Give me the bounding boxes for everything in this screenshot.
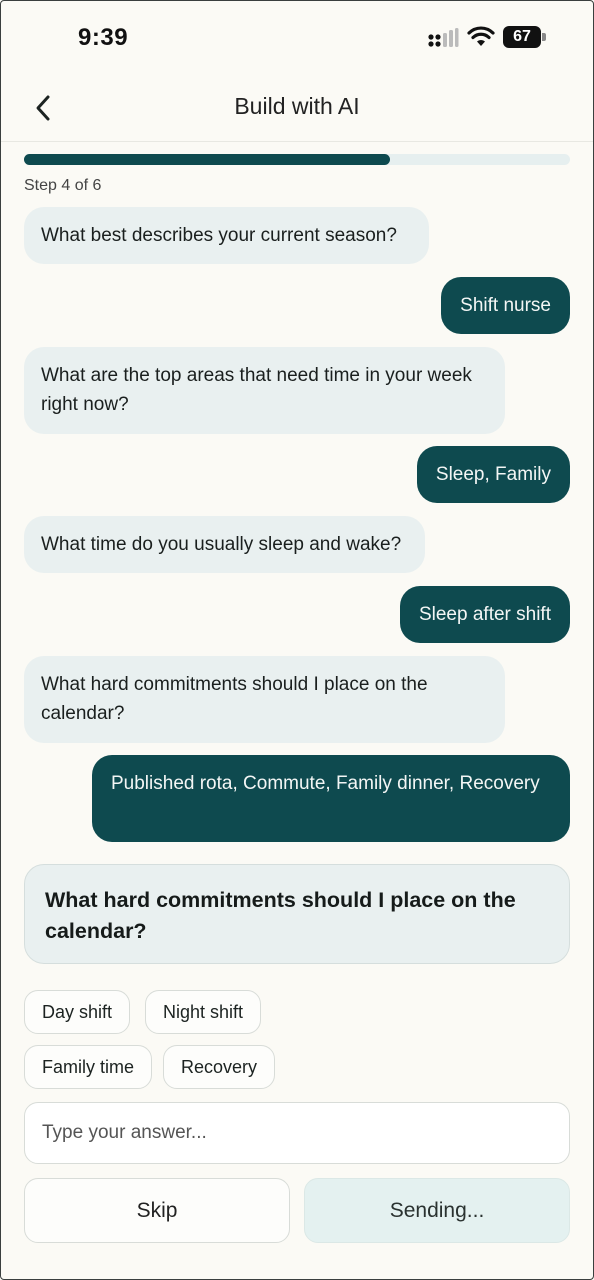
page-title: Build with AI bbox=[234, 93, 360, 119]
battery-level: 67 bbox=[503, 26, 541, 48]
cellular-signal-icon bbox=[428, 28, 459, 47]
battery-icon: 67 bbox=[503, 26, 547, 48]
app-header: Build with AI bbox=[0, 76, 594, 142]
suggestion-chip-night-shift[interactable]: Night shift bbox=[145, 990, 262, 1034]
assistant-message: What time do you usually sleep and wake? bbox=[24, 516, 425, 573]
suggestion-chip-family-time[interactable]: Family time bbox=[24, 1045, 153, 1089]
status-time: 9:39 bbox=[78, 24, 129, 51]
assistant-message: What are the top areas that need time in… bbox=[24, 347, 505, 434]
progress-bar bbox=[24, 154, 570, 165]
user-message: Sleep, Family bbox=[416, 446, 570, 503]
assistant-message: What hard commitments should I place on … bbox=[24, 656, 505, 743]
wifi-icon bbox=[467, 26, 495, 46]
assistant-message: What best describes your current season? bbox=[24, 207, 429, 264]
answer-input[interactable] bbox=[24, 1102, 570, 1164]
user-message: Shift nurse bbox=[441, 277, 570, 334]
skip-button[interactable]: Skip bbox=[24, 1178, 290, 1243]
suggestion-chip-recovery[interactable]: Recovery bbox=[163, 1045, 276, 1089]
step-label: Step 4 of 6 bbox=[24, 177, 102, 194]
user-message: Published rota, Commute, Family dinner, … bbox=[92, 755, 570, 842]
progress-fill bbox=[24, 154, 390, 165]
current-question-card: What hard commitments should I place on … bbox=[24, 864, 570, 964]
user-message: Sleep after shift bbox=[399, 586, 570, 643]
battery-tip bbox=[542, 33, 546, 41]
suggestion-chip-day-shift[interactable]: Day shift bbox=[24, 990, 131, 1034]
send-button[interactable]: Sending... bbox=[304, 1178, 570, 1243]
status-bar: 9:39 67 bbox=[0, 0, 594, 76]
